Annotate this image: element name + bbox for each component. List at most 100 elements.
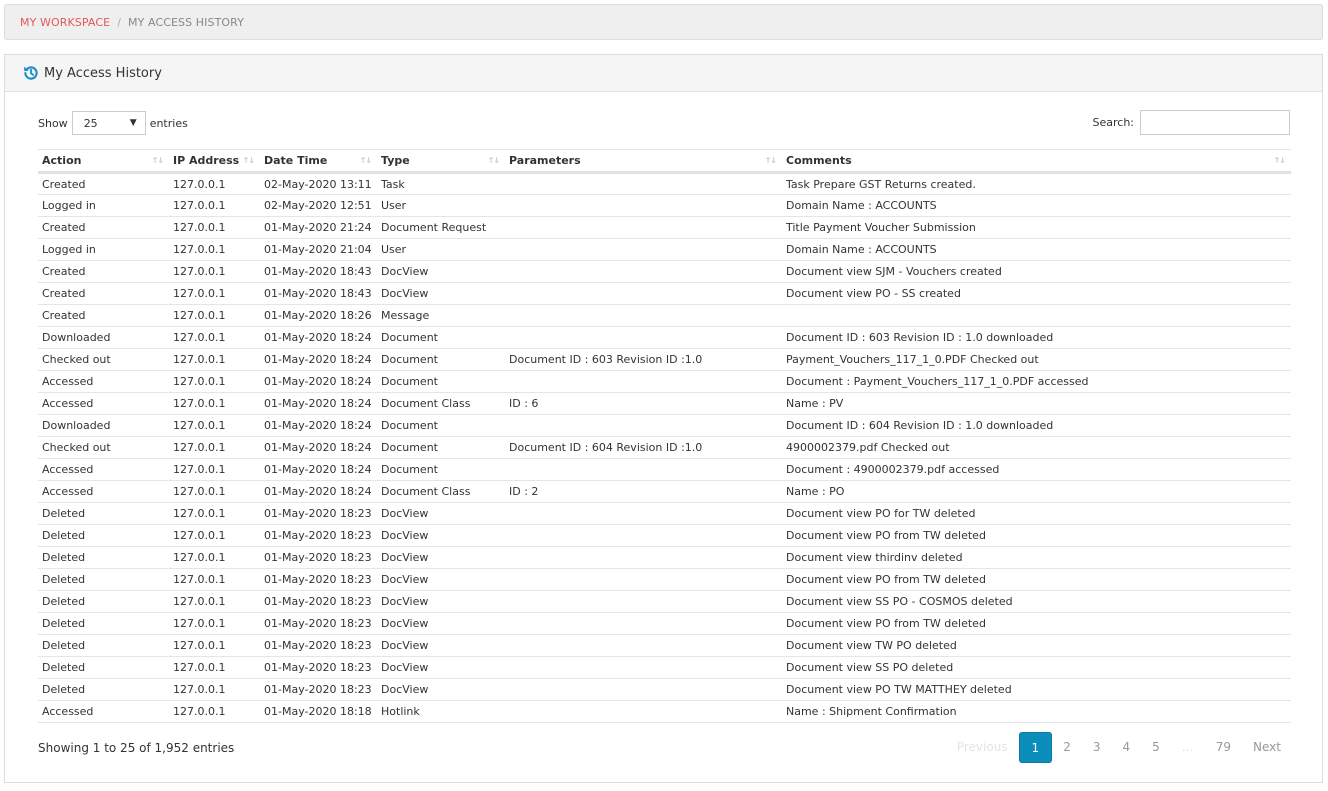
cell-action: Deleted <box>38 634 169 657</box>
entries-label: entries <box>149 116 188 130</box>
cell-parameters <box>505 678 782 701</box>
cell-type: Document <box>377 326 505 349</box>
breadcrumb: MY WORKSPACE / MY ACCESS HISTORY <box>4 4 1323 40</box>
page-length-value: 25 <box>83 116 98 130</box>
cell-type: DocView <box>377 524 505 547</box>
cell-ip-address: 127.0.0.1 <box>169 392 260 415</box>
table-row: Downloaded 127.0.0.1 01-May-2020 18:24 Docu… <box>38 326 1291 349</box>
cell-ip-address: 127.0.0.1 <box>169 348 260 371</box>
cell-action: Accessed <box>38 480 169 503</box>
cell-parameters <box>505 260 782 283</box>
cell-action: Logged in <box>38 238 169 261</box>
search-input[interactable] <box>1140 110 1290 135</box>
cell-date-time: 01-May-2020 18:24 <box>260 392 377 415</box>
cell-comments: Document view SJM - Vouchers created <box>782 260 1291 283</box>
cell-date-time: 01-May-2020 18:43 <box>260 282 377 305</box>
cell-type: Document <box>377 370 505 393</box>
cell-type: DocView <box>377 678 505 701</box>
cell-ip-address: 127.0.0.1 <box>169 590 260 613</box>
cell-type: DocView <box>377 502 505 525</box>
cell-ip-address: 127.0.0.1 <box>169 546 260 569</box>
table-row: Created 127.0.0.1 01-May-2020 18:43 DocView… <box>38 282 1291 305</box>
cell-ip-address: 127.0.0.1 <box>169 194 260 217</box>
column-header-comments[interactable]: Comments ↑↓ <box>782 149 1291 174</box>
page-button-4[interactable]: 4 <box>1111 732 1141 763</box>
cell-ip-address: 127.0.0.1 <box>169 480 260 503</box>
page-button-3[interactable]: 3 <box>1082 732 1112 763</box>
page-button-5[interactable]: 5 <box>1141 732 1171 763</box>
page-button-last[interactable]: 79 <box>1205 732 1242 763</box>
table-row: Downloaded 127.0.0.1 01-May-2020 18:24 Docu… <box>38 414 1291 437</box>
pagination: Previous 1 2 3 4 5 … 79 Next <box>946 732 1292 763</box>
cell-date-time: 01-May-2020 18:43 <box>260 260 377 283</box>
table-row: Checked out 127.0.0.1 01-May-2020 18:24 Doc… <box>38 348 1291 371</box>
cell-parameters <box>505 326 782 349</box>
cell-type: Document <box>377 348 505 371</box>
cell-comments: Document view PO from TW deleted <box>782 612 1291 635</box>
previous-page-button[interactable]: Previous <box>946 732 1019 763</box>
access-history-table: Action ↑↓ IP Address ↑↓ Date Time ↑↓ Type ↑↓… <box>38 149 1291 723</box>
page-button-1[interactable]: 1 <box>1018 732 1053 763</box>
cell-parameters <box>505 524 782 547</box>
cell-parameters <box>505 590 782 613</box>
cell-parameters <box>505 546 782 569</box>
cell-action: Checked out <box>38 348 169 371</box>
cell-comments: Document view SS PO - COSMOS deleted <box>782 590 1291 613</box>
cell-ip-address: 127.0.0.1 <box>169 612 260 635</box>
cell-action: Created <box>38 304 169 327</box>
cell-type: Document Request <box>377 216 505 239</box>
column-header-date-time[interactable]: Date Time ↑↓ <box>260 149 377 174</box>
cell-comments: Domain Name : ACCOUNTS <box>782 194 1291 217</box>
page-length-control: Show 25 ▼ entries <box>38 111 188 135</box>
cell-type: Document <box>377 414 505 437</box>
table-row: Accessed 127.0.0.1 01-May-2020 18:24 Docume… <box>38 480 1291 503</box>
cell-parameters <box>505 216 782 239</box>
cell-parameters <box>505 304 782 327</box>
cell-type: Document Class <box>377 392 505 415</box>
breadcrumb-current: MY ACCESS HISTORY <box>128 15 245 29</box>
cell-action: Deleted <box>38 678 169 701</box>
cell-type: DocView <box>377 568 505 591</box>
breadcrumb-workspace-link[interactable]: MY WORKSPACE <box>20 16 110 29</box>
cell-type: User <box>377 194 505 217</box>
page-length-select[interactable]: 25 ▼ <box>71 111 146 135</box>
cell-type: Message <box>377 304 505 327</box>
cell-comments: Document : 4900002379.pdf accessed <box>782 458 1291 481</box>
cell-action: Deleted <box>38 656 169 679</box>
cell-ip-address: 127.0.0.1 <box>169 678 260 701</box>
cell-comments: Document view TW PO deleted <box>782 634 1291 657</box>
cell-date-time: 01-May-2020 18:23 <box>260 656 377 679</box>
column-header-type[interactable]: Type ↑↓ <box>377 149 505 174</box>
cell-date-time: 01-May-2020 18:23 <box>260 502 377 525</box>
column-header-ip-address[interactable]: IP Address ↑↓ <box>169 149 260 174</box>
cell-ip-address: 127.0.0.1 <box>169 216 260 239</box>
cell-type: Document Class <box>377 480 505 503</box>
cell-comments: 4900002379.pdf Checked out <box>782 436 1291 459</box>
cell-comments: Document view PO from TW deleted <box>782 568 1291 591</box>
column-header-parameters[interactable]: Parameters ↑↓ <box>505 149 782 174</box>
cell-ip-address: 127.0.0.1 <box>169 414 260 437</box>
cell-date-time: 01-May-2020 18:24 <box>260 480 377 503</box>
cell-action: Deleted <box>38 502 169 525</box>
cell-action: Created <box>38 172 169 195</box>
cell-action: Created <box>38 216 169 239</box>
cell-type: Task <box>377 172 505 195</box>
cell-action: Created <box>38 282 169 305</box>
cell-type: Document <box>377 458 505 481</box>
cell-ip-address: 127.0.0.1 <box>169 172 260 195</box>
next-page-button[interactable]: Next <box>1242 732 1292 763</box>
table-header-row: Action ↑↓ IP Address ↑↓ Date Time ↑↓ Type ↑↓… <box>38 149 1291 174</box>
sort-icon: ↑↓ <box>242 156 255 165</box>
cell-comments: Document view SS PO deleted <box>782 656 1291 679</box>
cell-action: Accessed <box>38 458 169 481</box>
cell-ip-address: 127.0.0.1 <box>169 634 260 657</box>
cell-action: Deleted <box>38 612 169 635</box>
cell-ip-address: 127.0.0.1 <box>169 304 260 327</box>
search-control: Search: <box>1093 110 1290 135</box>
cell-ip-address: 127.0.0.1 <box>169 370 260 393</box>
page-button-2[interactable]: 2 <box>1052 732 1082 763</box>
table-row: Deleted 127.0.0.1 01-May-2020 18:23 DocView… <box>38 634 1291 657</box>
column-header-action[interactable]: Action ↑↓ <box>38 149 169 174</box>
cell-comments: Name : PV <box>782 392 1291 415</box>
cell-comments: Document view PO - SS created <box>782 282 1291 305</box>
